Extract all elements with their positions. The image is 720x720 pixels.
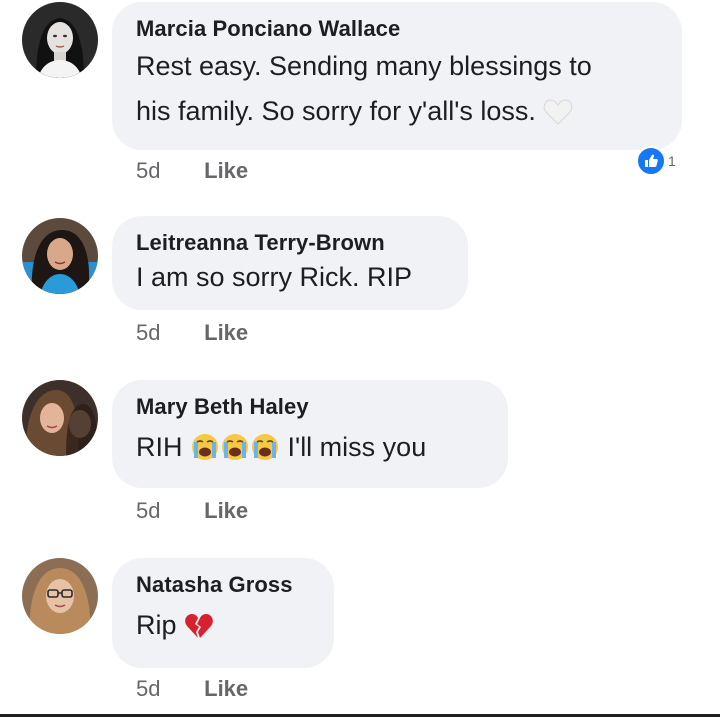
like-button[interactable]: Like: [204, 498, 248, 523]
avatar[interactable]: [22, 218, 98, 294]
broken-heart-icon: [184, 606, 214, 656]
comment-age[interactable]: 5d: [136, 676, 198, 702]
comment-text: Rest easy. Sending many blessings to his…: [136, 44, 658, 140]
comment-author[interactable]: Mary Beth Haley: [136, 394, 484, 420]
comment-meta: 5d Like: [136, 498, 248, 524]
comment-bubble: Natasha Gross Rip: [112, 558, 334, 668]
comment-text-before: RIH: [136, 432, 183, 462]
avatar-photo: [22, 558, 98, 634]
like-reaction-icon: [636, 146, 666, 176]
comment-author[interactable]: Leitreanna Terry-Brown: [136, 230, 444, 256]
comment-text: I am so sorry Rick. RIP: [136, 262, 413, 292]
avatar-photo: [22, 218, 98, 294]
loudly-crying-face-icon: [220, 428, 250, 478]
white-heart-icon: [543, 95, 573, 140]
comment-meta: 5d Like: [136, 676, 248, 702]
avatar-photo: [22, 380, 98, 456]
like-button[interactable]: Like: [204, 676, 248, 701]
loudly-crying-face-icon: [190, 428, 220, 478]
comment-bubble: Leitreanna Terry-Brown I am so sorry Ric…: [112, 216, 468, 310]
avatar-photo: [22, 2, 98, 78]
like-button[interactable]: Like: [204, 158, 248, 183]
comment-text-after: I'll miss you: [287, 432, 427, 462]
comment-age[interactable]: 5d: [136, 158, 198, 184]
comment-meta: 5d Like: [136, 158, 248, 184]
avatar[interactable]: [22, 558, 98, 634]
comment-text: RIH I'll miss you: [136, 422, 484, 478]
comment-bubble: Marcia Ponciano Wallace Rest easy. Sendi…: [112, 2, 682, 150]
comment-text-body: Rip: [136, 610, 177, 640]
comment-author[interactable]: Natasha Gross: [136, 572, 310, 598]
comment-bubble: Mary Beth Haley RIH I'll miss you: [112, 380, 508, 488]
like-button[interactable]: Like: [204, 320, 248, 345]
comment-meta: 5d Like: [136, 320, 248, 346]
comment-text-line: his family. So sorry for y'all's loss.: [136, 96, 536, 126]
comment-text: Rip: [136, 600, 310, 656]
comment-author[interactable]: Marcia Ponciano Wallace: [136, 16, 658, 42]
comment-text-line: Rest easy. Sending many blessings to: [136, 51, 592, 81]
comment-age[interactable]: 5d: [136, 498, 198, 524]
comment-age[interactable]: 5d: [136, 320, 198, 346]
reaction-count-label: 1: [668, 153, 676, 169]
divider: [0, 714, 720, 717]
avatar[interactable]: [22, 380, 98, 456]
reaction-count[interactable]: 1: [636, 146, 676, 176]
avatar[interactable]: [22, 2, 98, 78]
loudly-crying-face-icon: [250, 428, 280, 478]
